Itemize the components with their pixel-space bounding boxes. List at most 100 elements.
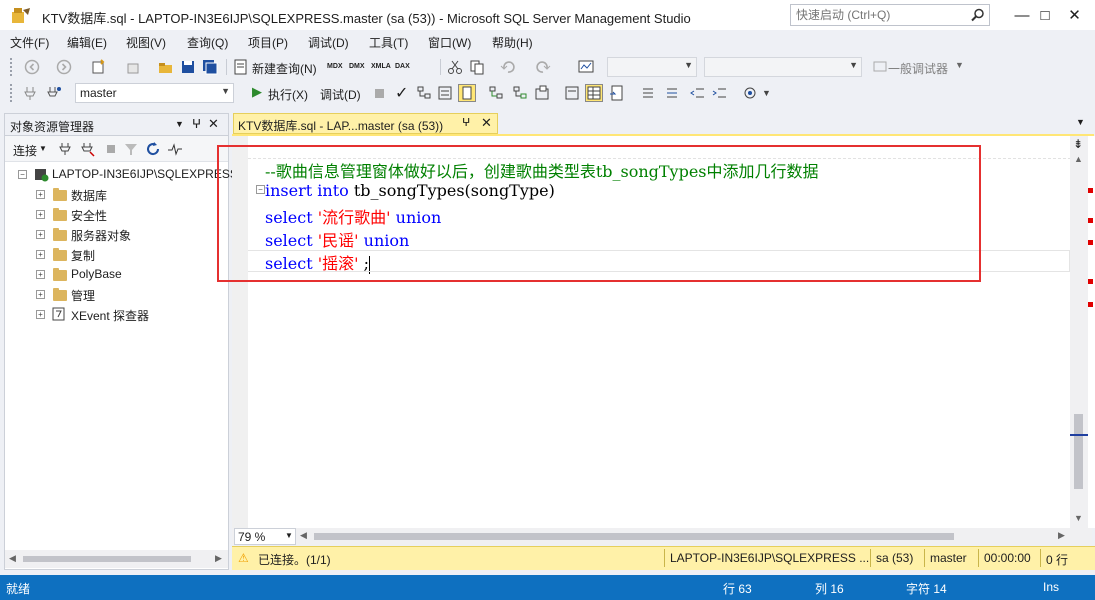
error-marker[interactable] [1088, 188, 1093, 193]
increase-indent-icon[interactable] [712, 85, 728, 101]
expand-icon[interactable]: + [36, 290, 45, 299]
collapse-icon[interactable]: − [18, 170, 27, 179]
menu-file[interactable]: 文件(F) [10, 34, 49, 51]
close-button[interactable]: ✕ [1054, 0, 1095, 30]
toolbar-grip[interactable] [10, 84, 14, 102]
activity-monitor-icon[interactable] [167, 141, 183, 157]
new-query-button[interactable]: 新建查询(N) [252, 60, 317, 77]
activity-monitor-icon[interactable] [578, 59, 594, 75]
tab-list-dropdown-icon[interactable]: ▼ [1076, 117, 1085, 127]
execute-play-icon[interactable]: ▶ [252, 84, 262, 100]
save-icon[interactable] [180, 59, 196, 75]
save-all-icon[interactable] [202, 59, 218, 75]
expand-icon[interactable]: + [36, 190, 45, 199]
menu-help[interactable]: 帮助(H) [492, 34, 533, 51]
query-options-icon[interactable] [437, 85, 453, 101]
debug-button[interactable]: 调试(D) [320, 86, 361, 103]
back-icon[interactable] [24, 59, 40, 75]
new-project-icon[interactable] [90, 59, 106, 75]
specify-template-icon[interactable] [742, 85, 758, 101]
new-query-icon[interactable] [233, 59, 249, 75]
dmx-query-button[interactable]: DMX [349, 57, 365, 77]
solution-config-dropdown[interactable]: ▼ [607, 57, 697, 77]
mdx-query-button[interactable]: MDX [327, 57, 343, 77]
results-to-grid-icon[interactable] [585, 84, 603, 102]
filter-icon[interactable] [123, 141, 139, 157]
chevron-down-icon[interactable]: ▼ [955, 60, 964, 70]
menu-window[interactable]: 窗口(W) [428, 34, 471, 51]
intellisense-icon[interactable] [458, 84, 476, 102]
expand-icon[interactable]: + [36, 250, 45, 259]
tab-ktv-sql[interactable]: KTV数据库.sql - LAP...master (sa (53)) ⵖ ✕ [233, 113, 498, 134]
toolbar-grip[interactable] [10, 58, 14, 76]
execute-button[interactable]: 执行(X) [268, 86, 308, 103]
expand-icon[interactable]: + [36, 230, 45, 239]
scroll-up-icon[interactable]: ▲ [1074, 154, 1083, 164]
quick-launch-input[interactable] [796, 7, 964, 23]
expand-icon[interactable]: + [36, 210, 45, 219]
open-file-icon[interactable] [158, 59, 174, 75]
estimated-plan-icon[interactable] [416, 85, 432, 101]
expand-icon[interactable]: + [36, 270, 45, 279]
split-window-icon[interactable]: ⇟ [1073, 137, 1083, 151]
oe-horizontal-scrollbar[interactable]: ◀ ▶ [5, 550, 228, 568]
search-icon[interactable] [971, 8, 985, 25]
decrease-indent-icon[interactable] [690, 85, 706, 101]
uncomment-icon[interactable] [664, 85, 680, 101]
window-position-dropdown-icon[interactable]: ▼ [175, 119, 184, 129]
forward-icon[interactable] [56, 59, 72, 75]
scroll-right-icon[interactable]: ▶ [1058, 530, 1065, 541]
connect-button[interactable]: 连接 [13, 142, 37, 159]
scrollbar-thumb[interactable] [23, 556, 191, 562]
connect-icon[interactable] [22, 85, 38, 101]
chevron-down-icon[interactable]: ▼ [39, 144, 47, 153]
scroll-down-icon[interactable]: ▼ [1074, 513, 1083, 523]
connect-plug-icon[interactable] [57, 141, 73, 157]
scroll-left-icon[interactable]: ◀ [300, 530, 307, 541]
available-databases-dropdown[interactable]: master ▼ [75, 83, 234, 103]
disconnect-icon[interactable] [79, 141, 95, 157]
expand-icon[interactable]: + [36, 310, 45, 319]
chevron-down-icon[interactable]: ▼ [762, 88, 771, 98]
scroll-right-icon[interactable]: ▶ [215, 553, 222, 564]
editor-vertical-scrollbar[interactable]: ⇟ ▲ ▼ [1070, 136, 1088, 528]
xmla-query-button[interactable]: XMLA [371, 57, 391, 77]
undo-icon[interactable] [500, 59, 516, 75]
debugger-select[interactable]: 一般调试器 [888, 60, 948, 77]
menu-project[interactable]: 项目(P) [248, 34, 288, 51]
debugger-icon[interactable] [872, 59, 888, 75]
results-to-text-icon[interactable] [564, 85, 580, 101]
menu-debug[interactable]: 调试(D) [308, 34, 349, 51]
close-tab-icon[interactable]: ✕ [481, 115, 492, 131]
results-to-file-icon[interactable] [609, 85, 625, 101]
cut-icon[interactable] [447, 59, 463, 75]
zoom-dropdown[interactable]: 79 % ▼ [234, 528, 296, 545]
menu-view[interactable]: 视图(V) [126, 34, 166, 51]
scrollbar-thumb[interactable] [314, 533, 954, 540]
live-stats-icon[interactable] [512, 85, 528, 101]
copy-icon[interactable] [469, 59, 485, 75]
error-marker[interactable] [1088, 218, 1093, 223]
error-marker[interactable] [1088, 302, 1093, 307]
dax-query-button[interactable]: DAX [395, 57, 410, 77]
error-marker[interactable] [1088, 279, 1093, 284]
refresh-icon[interactable] [145, 141, 161, 157]
change-connection-icon[interactable] [46, 85, 62, 101]
redo-icon[interactable] [535, 59, 551, 75]
include-plan-icon[interactable] [488, 85, 504, 101]
client-stats-icon[interactable] [534, 85, 550, 101]
scroll-left-icon[interactable]: ◀ [9, 553, 16, 564]
comment-out-icon[interactable] [640, 85, 656, 101]
error-marker[interactable] [1088, 240, 1093, 245]
menu-edit[interactable]: 编辑(E) [67, 34, 107, 51]
ssms-app-icon[interactable] [10, 6, 32, 24]
stop-icon[interactable] [375, 89, 384, 98]
pin-icon[interactable]: ⵖ [192, 117, 201, 131]
close-panel-icon[interactable]: ✕ [208, 116, 219, 132]
stop-icon[interactable] [103, 141, 119, 157]
scrollbar-thumb[interactable] [1074, 414, 1083, 489]
platform-dropdown[interactable]: ▼ [704, 57, 862, 77]
menu-query[interactable]: 查询(Q) [187, 34, 228, 51]
quick-launch-box[interactable] [790, 4, 990, 26]
add-item-icon[interactable] [125, 59, 141, 75]
